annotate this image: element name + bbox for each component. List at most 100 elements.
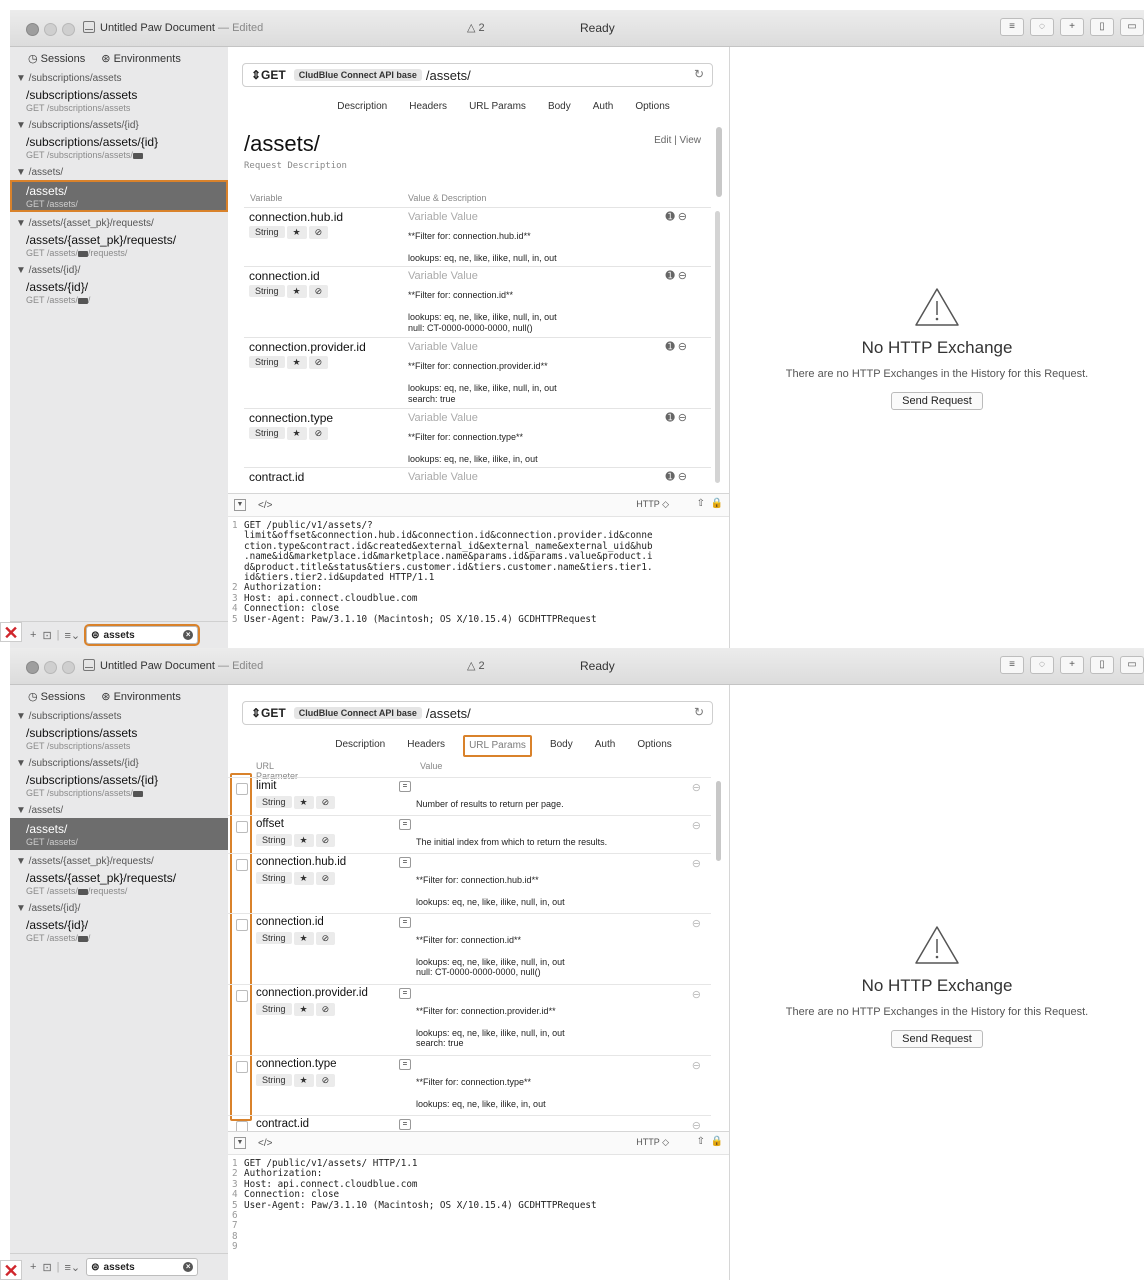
search-field[interactable]: ⊜ assets × <box>84 624 201 646</box>
edit-view-toggle[interactable]: Edit | View <box>654 135 701 146</box>
link-icon[interactable]: ⊘ <box>315 872 336 885</box>
share-icon[interactable]: ⇧ <box>697 1136 705 1147</box>
method-select[interactable]: ⇕GET <box>251 706 286 720</box>
param-enabled-checkbox[interactable] <box>236 919 248 931</box>
tab-url-params[interactable]: URL Params <box>465 97 530 119</box>
equals-icon[interactable]: = <box>399 988 411 999</box>
link-icon[interactable]: ⊘ <box>315 834 336 847</box>
param-row[interactable]: offset = ⊖ String ★ ⊘ The initial index fr… <box>228 815 711 853</box>
link-icon[interactable]: ⊘ <box>315 932 336 945</box>
row-actions-icon[interactable]: ➊ ⊖ <box>666 340 688 353</box>
variable-row[interactable]: connection.provider.id Variable Value ➊ … <box>244 337 711 408</box>
sessions-button[interactable]: ◷ Sessions <box>28 690 85 703</box>
http-code-preview[interactable]: 1 GET /public/v1/assets/? limit&offset&co… <box>228 517 729 648</box>
param-enabled-checkbox[interactable] <box>236 1061 248 1073</box>
param-enabled-checkbox[interactable] <box>236 859 248 871</box>
group-header[interactable]: ▼ /assets/ <box>10 801 228 816</box>
code-view-icon[interactable]: </> <box>258 500 272 511</box>
format-select[interactable]: HTTP ◇ <box>636 499 669 510</box>
required-star-icon[interactable]: ★ <box>293 872 314 885</box>
remove-param-icon[interactable]: ⊖ <box>692 988 701 1001</box>
url-path[interactable]: /assets/ <box>426 68 471 83</box>
tab-url-params[interactable]: URL Params <box>463 735 532 757</box>
send-request-button[interactable]: Send Request <box>891 392 983 410</box>
reload-icon[interactable]: ↻ <box>694 705 704 719</box>
param-enabled-checkbox[interactable] <box>236 821 248 833</box>
param-row[interactable]: limit = ⊖ String ★ ⊘ Number of results to … <box>228 777 711 815</box>
collapse-icon[interactable]: ▼ <box>234 499 246 511</box>
group-header[interactable]: ▼ /subscriptions/assets <box>10 707 228 722</box>
required-star-icon[interactable]: ★ <box>293 1074 314 1087</box>
equals-icon[interactable]: = <box>399 819 411 830</box>
folder-icon[interactable]: ⊡ <box>42 629 51 642</box>
tab-auth[interactable]: Auth <box>591 735 620 757</box>
remove-param-icon[interactable]: ⊖ <box>692 917 701 930</box>
left-panel-icon[interactable]: ▯ <box>1090 18 1114 36</box>
link-icon[interactable]: ⊘ <box>308 285 329 298</box>
request-item[interactable]: /subscriptions/assets/{id} GET /subscript… <box>10 131 228 163</box>
new-tab-icon[interactable]: + <box>1060 656 1084 674</box>
variables-scrollbar[interactable] <box>715 211 720 483</box>
link-icon[interactable]: ⊘ <box>315 1003 336 1016</box>
group-header[interactable]: ▼ /subscriptions/assets <box>10 69 228 84</box>
sort-icon[interactable]: ≡ <box>1000 656 1024 674</box>
row-actions-icon[interactable]: ➊ ⊖ <box>666 269 688 282</box>
tab-description[interactable]: Description <box>333 97 391 119</box>
folder-icon[interactable]: ⊡ <box>42 1261 51 1274</box>
minimize-window-button[interactable] <box>44 23 57 36</box>
type-select[interactable]: String <box>249 226 285 238</box>
format-select[interactable]: HTTP ◇ <box>636 1137 669 1148</box>
close-icon[interactable]: ✕ <box>0 1260 22 1281</box>
param-row[interactable]: connection.hub.id = ⊖ String ★ ⊘ **Filter … <box>228 853 711 913</box>
params-scrollbar[interactable] <box>716 781 721 861</box>
minimize-window-button[interactable] <box>44 661 57 674</box>
environments-button[interactable]: ⊛ Environments <box>101 690 181 703</box>
variable-value-input[interactable]: Variable Value <box>408 211 478 223</box>
sort-menu-icon[interactable]: ≡⌄ <box>65 1261 81 1274</box>
lock-icon[interactable]: 🔒 <box>711 498 723 509</box>
clear-search-icon[interactable]: × <box>183 1262 194 1272</box>
equals-icon[interactable]: = <box>399 1059 411 1070</box>
required-star-icon[interactable]: ★ <box>293 1003 314 1016</box>
remove-param-icon[interactable]: ⊖ <box>692 857 701 870</box>
group-header[interactable]: ▼ /assets/{id}/ <box>10 261 228 276</box>
link-icon[interactable]: ⊘ <box>308 226 329 239</box>
warnings-indicator[interactable]: △ 2 <box>467 21 485 34</box>
tab-description[interactable]: Description <box>331 735 389 757</box>
request-item-selected[interactable]: /assets/GET /assets/ <box>10 818 228 850</box>
request-item[interactable]: /assets/{asset_pk}/requests/GET /assets/… <box>10 867 228 899</box>
reload-icon[interactable]: ↻ <box>694 67 704 81</box>
new-tab-icon[interactable]: + <box>1060 18 1084 36</box>
url-bar[interactable]: ⇕GET CludBlue Connect API base /assets/ … <box>242 63 713 87</box>
required-star-icon[interactable]: ★ <box>286 226 307 239</box>
row-actions-icon[interactable]: ➊ ⊖ <box>666 411 688 424</box>
remove-param-icon[interactable]: ⊖ <box>692 781 701 794</box>
sessions-button[interactable]: ◷ Sessions <box>28 52 85 65</box>
tab-options[interactable]: Options <box>631 97 673 119</box>
variable-row[interactable]: connection.hub.id Variable Value ➊ ⊖ Str… <box>244 207 711 266</box>
collapse-icon[interactable]: ▼ <box>234 1137 246 1149</box>
remove-param-icon[interactable]: ⊖ <box>692 819 701 832</box>
zoom-window-button[interactable] <box>62 23 75 36</box>
link-icon[interactable]: ⊘ <box>308 356 329 369</box>
request-item[interactable]: /subscriptions/assets/{id} GET /subscript… <box>10 769 228 801</box>
row-actions-icon[interactable]: ➊ ⊖ <box>666 470 688 483</box>
remove-param-icon[interactable]: ⊖ <box>692 1059 701 1072</box>
equals-icon[interactable]: = <box>399 1119 411 1130</box>
link-icon[interactable]: ⊘ <box>315 1074 336 1087</box>
param-enabled-checkbox[interactable] <box>236 990 248 1002</box>
bottom-panel-icon[interactable]: ▭ <box>1120 18 1144 36</box>
variable-value-input[interactable]: Variable Value <box>408 471 478 483</box>
lock-icon[interactable]: 🔒 <box>711 1136 723 1147</box>
bottom-panel-icon[interactable]: ▭ <box>1120 656 1144 674</box>
variable-value-input[interactable]: Variable Value <box>408 270 478 282</box>
required-star-icon[interactable]: ★ <box>286 285 307 298</box>
request-item[interactable]: /subscriptions/assets GET /subscriptions/… <box>10 84 228 116</box>
variable-value-input[interactable]: Variable Value <box>408 412 478 424</box>
required-star-icon[interactable]: ★ <box>293 932 314 945</box>
url-bar[interactable]: ⇕GET CludBlue Connect API base /assets/ … <box>242 701 713 725</box>
request-item[interactable]: /assets/{id}/GET /assets// <box>10 914 228 946</box>
equals-icon[interactable]: = <box>399 857 411 868</box>
close-window-button[interactable] <box>26 661 39 674</box>
add-icon[interactable]: + <box>30 1261 36 1273</box>
